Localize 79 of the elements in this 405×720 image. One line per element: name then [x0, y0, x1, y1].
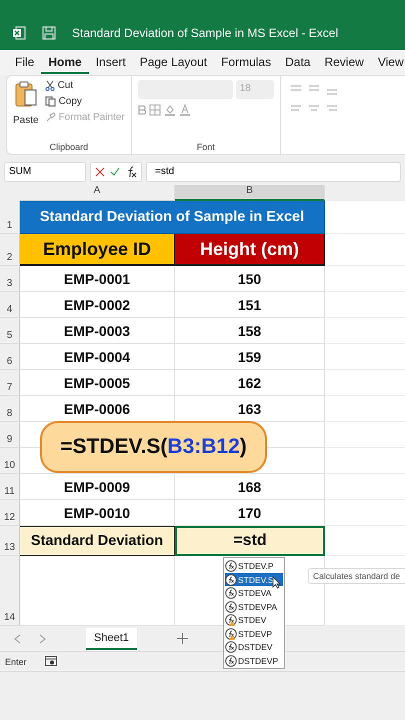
row-number: 6: [0, 344, 20, 370]
ribbon-tab[interactable]: Insert: [88, 51, 133, 74]
bold-icon[interactable]: [138, 105, 146, 116]
table-cell: 158: [175, 318, 325, 344]
autocomplete-item[interactable]: STDEVPA: [225, 600, 283, 614]
autocomplete-item[interactable]: DSTDEVP: [225, 654, 283, 668]
cut-button[interactable]: Cut: [44, 80, 125, 92]
table-cell: EMP-0003: [20, 318, 175, 344]
name-box[interactable]: SUM: [4, 162, 86, 182]
excel-logo-icon: [12, 26, 26, 40]
table-cell: EMP-0002: [20, 292, 175, 318]
copy-button[interactable]: Copy: [44, 96, 125, 108]
cancel-icon[interactable]: [95, 167, 105, 178]
ribbon-tab[interactable]: Review: [317, 51, 371, 74]
table-cell: 168: [175, 474, 325, 500]
next-sheet-icon[interactable]: [39, 634, 46, 644]
table-header-cell: Employee ID: [20, 234, 175, 266]
borders-icon[interactable]: [148, 104, 161, 116]
autocomplete-item[interactable]: STDEV.P: [225, 559, 283, 573]
autocomplete-item[interactable]: STDEV.S: [225, 572, 283, 586]
add-sheet-icon[interactable]: [176, 633, 188, 644]
table-cell: EMP-0010: [20, 500, 175, 526]
function-tooltip: Calculates standard de: [308, 568, 405, 584]
autocomplete-item[interactable]: STDEVA: [225, 586, 283, 600]
title-cell: Standard Deviation of Sample in Excel: [20, 201, 325, 234]
sheet-tab[interactable]: Sheet1: [86, 628, 137, 650]
table-cell: 150: [175, 266, 325, 292]
ribbon-tab[interactable]: Formulas: [214, 51, 278, 74]
table-cell: EMP-0005: [20, 370, 175, 396]
ribbon-tab[interactable]: Page Layout: [132, 51, 214, 74]
active-cell[interactable]: =std: [175, 526, 325, 556]
scissors-icon: [44, 80, 55, 92]
row-number: 14: [0, 556, 20, 626]
row-number: 3: [0, 266, 20, 292]
table-cell: 151: [175, 292, 325, 318]
table-cell: Standard Deviation: [20, 526, 175, 556]
formula-callout: =STDEV.S(B3:B12): [40, 421, 267, 474]
table-cell: 170: [175, 500, 325, 526]
table-cell: EMP-0006: [20, 396, 175, 422]
row-number: 12: [0, 500, 20, 526]
column-header[interactable]: B: [175, 185, 325, 202]
row-number: 7: [0, 370, 20, 396]
status-mode: Enter: [5, 656, 27, 667]
group-label: Font: [196, 142, 215, 152]
mouse-cursor-icon: [272, 576, 281, 590]
table-cell: 159: [175, 344, 325, 370]
table-cell: EMP-0001: [20, 266, 175, 292]
autocomplete-item[interactable]: STDEVP: [225, 626, 283, 640]
row-number: 8: [0, 396, 20, 422]
brush-icon: [44, 112, 56, 124]
macro-record-icon[interactable]: [44, 656, 57, 668]
paste-button[interactable]: Paste: [13, 115, 39, 126]
table-cell: EMP-0009: [20, 474, 175, 500]
ribbon-tab[interactable]: Data: [278, 51, 318, 74]
table-header-cell: Height (cm): [175, 234, 325, 266]
row-number: 1: [0, 201, 20, 234]
row-number: 9: [0, 422, 20, 448]
formula-input[interactable]: =std: [146, 162, 401, 182]
ribbon-tab[interactable]: View: [370, 51, 405, 74]
row-number: 2: [0, 234, 20, 266]
row-number: 10: [0, 448, 20, 474]
window-title: Standard Deviation of Sample in MS Excel - Excel: [72, 26, 338, 40]
group-label: Clipboard: [50, 142, 88, 152]
fill-color-icon[interactable]: [164, 104, 176, 116]
copy-icon: [44, 96, 56, 108]
autocomplete-item[interactable]: STDEV: [225, 613, 283, 627]
table-cell: 162: [175, 370, 325, 396]
row-number: 4: [0, 292, 20, 318]
table-cell: EMP-0004: [20, 344, 175, 370]
autocomplete-item[interactable]: DSTDEV: [225, 640, 283, 654]
ribbon-tab[interactable]: File: [8, 51, 42, 74]
save-icon[interactable]: [42, 26, 56, 40]
row-number: 11: [0, 474, 20, 500]
row-number: 13: [0, 526, 20, 556]
previous-sheet-icon[interactable]: [14, 634, 21, 644]
column-header[interactable]: A: [20, 185, 175, 202]
check-icon[interactable]: [110, 167, 120, 178]
row-number: 5: [0, 318, 20, 344]
font-color-icon[interactable]: [178, 104, 191, 116]
